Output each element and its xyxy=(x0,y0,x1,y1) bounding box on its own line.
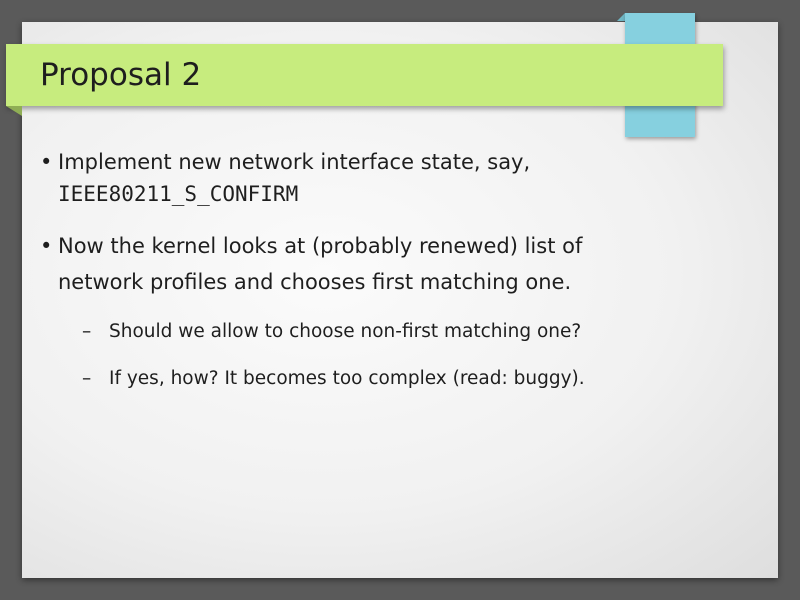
slide-title: Proposal 2 xyxy=(40,57,202,93)
bullet-code-text: IEEE80211_S_CONFIRM xyxy=(58,182,299,206)
bullet-marker: • xyxy=(40,234,53,258)
title-bar-fold xyxy=(6,106,22,116)
sub-bullet-marker: – xyxy=(82,368,92,389)
accent-fold-shape xyxy=(617,13,625,21)
bullet-text-line: Now the kernel looks at (probably renewe… xyxy=(58,234,583,258)
sub-bullet-marker: – xyxy=(82,321,92,342)
bullet-text-line: network profiles and chooses first match… xyxy=(58,270,572,294)
sub-bullet-text: If yes, how? It becomes too complex (rea… xyxy=(109,368,585,389)
bullet-text-line: Implement new network interface state, s… xyxy=(58,150,531,174)
bullet-marker: • xyxy=(40,150,53,174)
sub-bullet-text: Should we allow to choose non-first matc… xyxy=(109,321,582,342)
